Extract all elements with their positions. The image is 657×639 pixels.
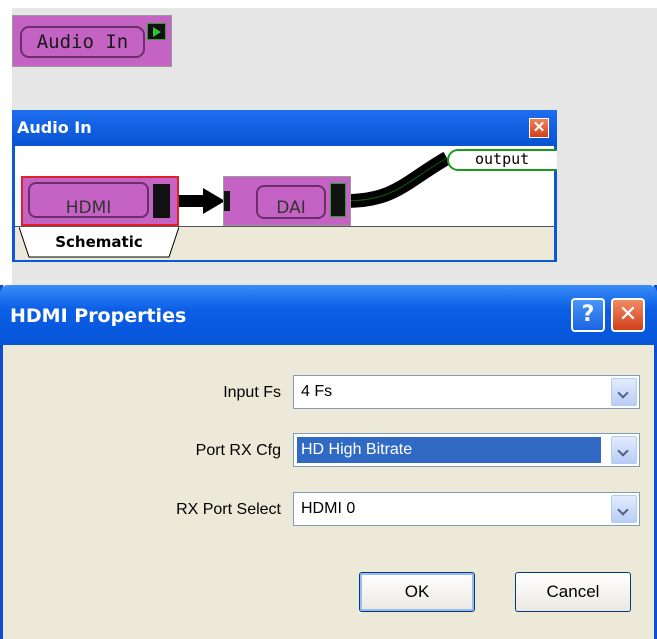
- audio-in-block-label: Audio In: [20, 26, 145, 58]
- audio-in-window-title: Audio In: [12, 110, 557, 146]
- ok-button[interactable]: OK: [359, 572, 475, 612]
- rx-port-select-select[interactable]: HDMI 0: [293, 492, 640, 526]
- input-fs-label: Input Fs: [223, 384, 281, 401]
- rx-port-select-label: RX Port Select: [176, 501, 281, 518]
- audio-in-block[interactable]: Audio In: [12, 15, 172, 67]
- close-icon[interactable]: ✕: [529, 118, 549, 138]
- chevron-down-icon[interactable]: [611, 378, 637, 406]
- tab-schematic-label: Schematic: [55, 233, 143, 251]
- audio-in-window: Audio In ✕ HDMI DAI output Schematic: [12, 110, 557, 262]
- hdmi-properties-dialog: HDMI Properties ? ✕ Input Fs 4 Fs Port R…: [0, 285, 657, 639]
- output-port-icon[interactable]: [147, 23, 166, 40]
- dai-input-port[interactable]: [224, 191, 230, 211]
- dai-to-output-wire: [344, 151, 451, 208]
- port-rx-cfg-select[interactable]: HD High Bitrate: [293, 433, 640, 467]
- dai-block[interactable]: DAI: [223, 176, 351, 226]
- hdmi-block-label: HDMI: [28, 182, 149, 218]
- dialog-title: HDMI Properties: [10, 305, 187, 327]
- input-fs-value: 4 Fs: [301, 383, 333, 400]
- dai-block-label: DAI: [256, 185, 326, 219]
- schematic-tab-bar: Schematic: [15, 226, 554, 260]
- input-fs-select[interactable]: 4 Fs: [293, 375, 640, 409]
- dialog-titlebar[interactable]: HDMI Properties ? ✕: [0, 285, 657, 345]
- close-icon[interactable]: ✕: [611, 298, 645, 332]
- dai-output-port[interactable]: [330, 183, 346, 217]
- help-icon[interactable]: ?: [571, 298, 605, 332]
- port-rx-cfg-label: Port RX Cfg: [195, 442, 281, 459]
- schematic-canvas[interactable]: HDMI DAI output Schematic: [15, 146, 557, 260]
- port-rx-cfg-value: HD High Bitrate: [297, 437, 601, 463]
- chevron-down-icon[interactable]: [611, 495, 637, 523]
- output-terminal[interactable]: output: [447, 149, 557, 171]
- rx-port-select-value: HDMI 0: [301, 500, 356, 517]
- hdmi-block[interactable]: HDMI: [21, 176, 179, 226]
- wire-arrow-icon: [203, 188, 225, 214]
- chevron-down-icon[interactable]: [611, 436, 637, 464]
- cancel-button[interactable]: Cancel: [515, 572, 631, 612]
- hdmi-output-port[interactable]: [153, 184, 170, 218]
